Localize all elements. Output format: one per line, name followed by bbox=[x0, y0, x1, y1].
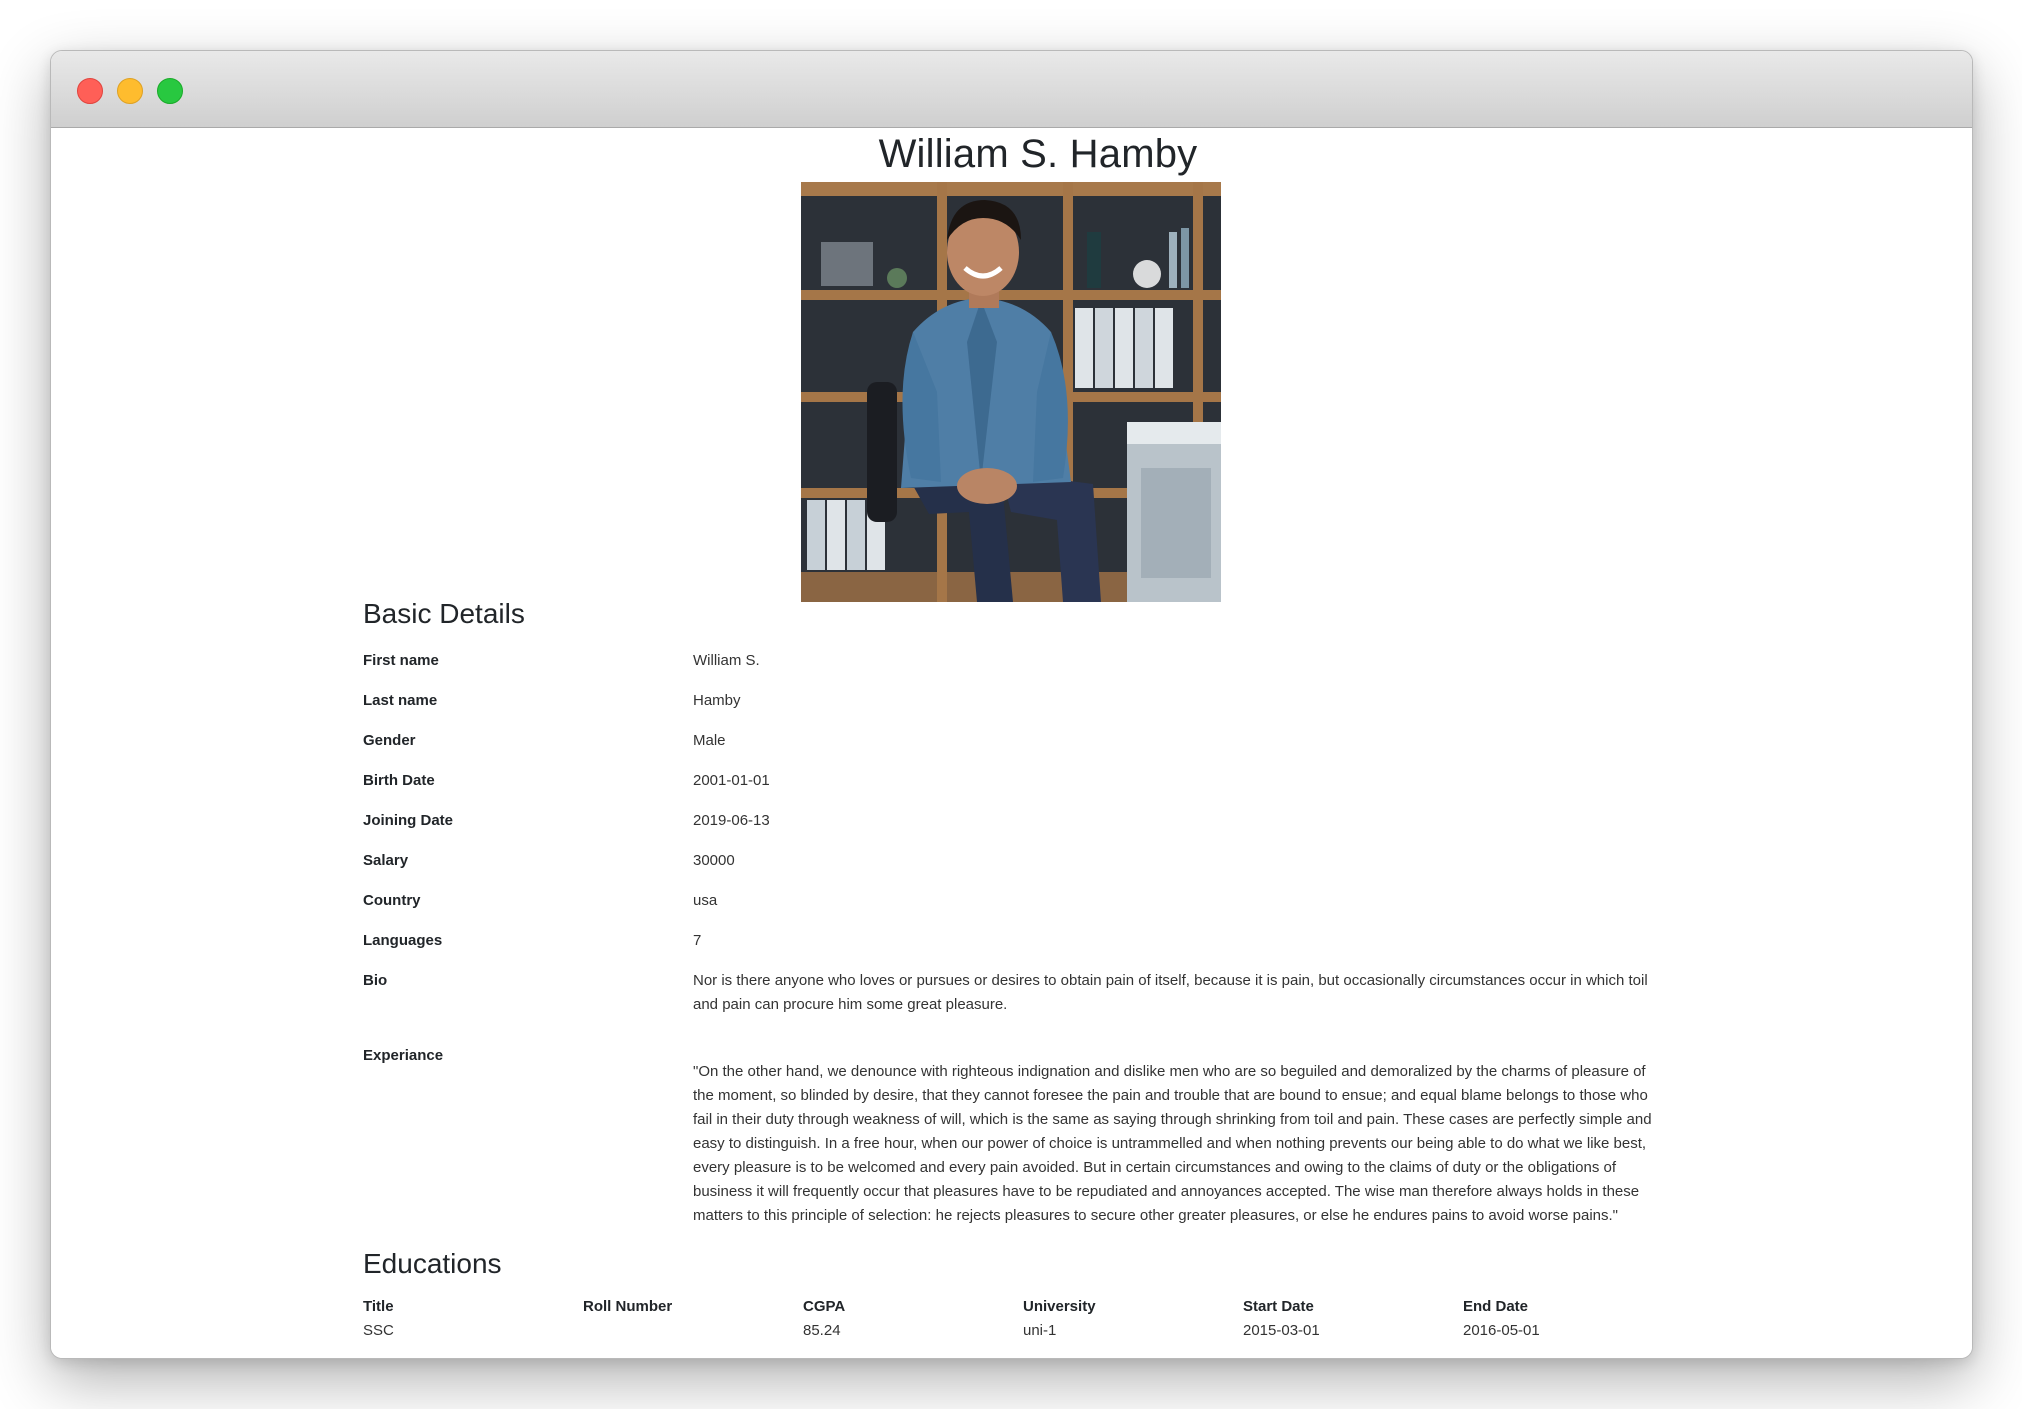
detail-value: usa bbox=[693, 892, 718, 909]
edu-cell-end-date: 2016-05-01 bbox=[1463, 1322, 1540, 1339]
profile-name: William S. Hamby bbox=[878, 132, 1198, 176]
edu-column-header: University bbox=[1023, 1298, 1096, 1315]
edu-cell-university: uni-1 bbox=[1023, 1322, 1057, 1339]
detail-label: Languages bbox=[363, 932, 443, 949]
basic-details-heading: Basic Details bbox=[363, 598, 525, 629]
detail-label: First name bbox=[363, 652, 439, 669]
edu-column-header: CGPA bbox=[803, 1298, 846, 1315]
desktop-stage: William S. Hamby Basic Details First nam… bbox=[0, 0, 2022, 1409]
window-titlebar bbox=[51, 51, 1972, 128]
minimize-window-button[interactable] bbox=[117, 78, 143, 104]
detail-label: Experiance bbox=[363, 1047, 444, 1064]
detail-label: Birth Date bbox=[363, 772, 435, 789]
detail-value: Male bbox=[693, 732, 726, 749]
detail-label: Bio bbox=[363, 972, 388, 989]
detail-value: 2001-01-01 bbox=[693, 772, 770, 789]
detail-value: Hamby bbox=[693, 692, 741, 709]
detail-label: Gender bbox=[363, 732, 416, 749]
page-content: William S. Hamby Basic Details First nam… bbox=[51, 128, 1972, 1358]
detail-label: Country bbox=[363, 892, 421, 909]
detail-label: Salary bbox=[363, 852, 409, 869]
maximize-window-button[interactable] bbox=[157, 78, 183, 104]
edu-cell-cgpa: 85.24 bbox=[803, 1322, 841, 1339]
detail-value: 2019-06-13 bbox=[693, 812, 770, 829]
browser-window: William S. Hamby Basic Details First nam… bbox=[50, 50, 1973, 1359]
edu-column-header: Roll Number bbox=[583, 1298, 673, 1315]
edu-column-header: End Date bbox=[1463, 1298, 1529, 1315]
detail-value: Nor is there anyone who loves or pursues… bbox=[693, 972, 1648, 1013]
person-photo-icon bbox=[801, 182, 1221, 602]
edu-cell-start-date: 2015-03-01 bbox=[1243, 1322, 1320, 1339]
detail-value: "On the other hand, we denounce with rig… bbox=[693, 1063, 1652, 1224]
detail-value: 30000 bbox=[693, 852, 735, 869]
edu-cell-title: SSC bbox=[363, 1322, 394, 1339]
edu-column-header: Title bbox=[363, 1298, 394, 1315]
detail-label: Last name bbox=[363, 692, 438, 709]
detail-value: William S. bbox=[693, 652, 760, 669]
detail-value: 7 bbox=[693, 932, 702, 949]
detail-label: Joining Date bbox=[363, 812, 454, 829]
educations-heading: Educations bbox=[363, 1248, 502, 1279]
edu-column-header: Start Date bbox=[1243, 1298, 1314, 1315]
profile-photo bbox=[801, 182, 1221, 602]
close-window-button[interactable] bbox=[77, 78, 103, 104]
